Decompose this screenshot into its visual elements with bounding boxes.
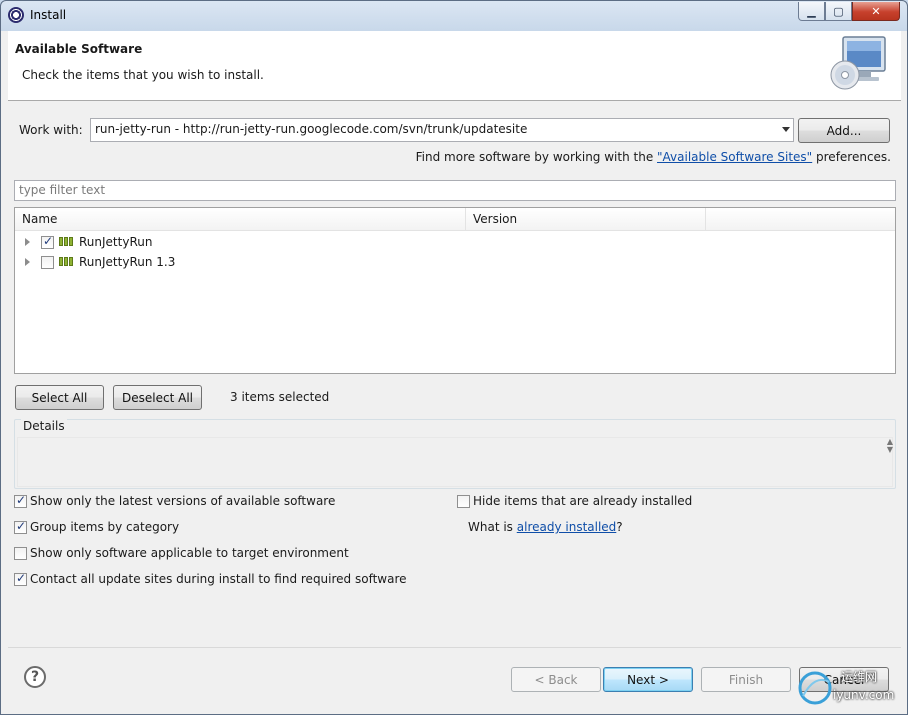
target-env-checkbox[interactable] <box>14 547 27 560</box>
title-bar: Install ▁ ▢ ✕ <box>1 1 907 31</box>
feature-icon <box>59 257 73 266</box>
select-all-button[interactable]: Select All <box>15 385 104 410</box>
eclipse-icon <box>8 7 24 23</box>
work-with-combo[interactable]: run-jetty-run - http://run-jetty-run.goo… <box>90 118 794 142</box>
add-site-button[interactable]: Add... <box>798 118 890 143</box>
available-software-sites-link[interactable]: "Available Software Sites" <box>657 150 812 164</box>
feature-icon <box>59 237 73 246</box>
page-description: Check the items that you wish to install… <box>22 68 264 82</box>
details-group: Details ▲ ▼ <box>14 419 896 489</box>
cancel-button[interactable]: Cancel <box>799 667 889 692</box>
contact-sites-checkbox[interactable] <box>14 571 27 586</box>
row-checkbox[interactable] <box>41 256 54 269</box>
column-version[interactable]: Version <box>466 208 706 231</box>
details-title: Details <box>21 419 67 433</box>
window-title: Install <box>30 8 67 22</box>
what-is-prefix: What is <box>468 520 517 534</box>
close-icon: ✕ <box>871 4 881 18</box>
help-icon[interactable]: ? <box>24 666 46 688</box>
row-label: RunJettyRun <box>79 235 153 249</box>
maximize-icon: ▢ <box>833 4 844 18</box>
find-more-text: Find more software by working with the "… <box>416 150 891 164</box>
install-dialog: Install ▁ ▢ ✕ Available Software Check t… <box>0 0 908 715</box>
footer-separator <box>8 647 901 648</box>
what-is-installed-text: What is already installed? <box>468 520 623 534</box>
back-button[interactable]: < Back <box>511 667 601 692</box>
wizard-content: Work with: run-jetty-run - http://run-je… <box>8 101 901 709</box>
filter-input[interactable]: type filter text <box>14 180 896 201</box>
chevron-down-icon[interactable] <box>782 127 790 132</box>
find-more-suffix: preferences. <box>812 150 891 164</box>
tree-row[interactable]: RunJettyRun <box>15 233 895 253</box>
row-label: RunJettyRun 1.3 <box>79 255 176 269</box>
target-env-label: Show only software applicable to target … <box>30 546 349 560</box>
group-by-category-label: Group items by category <box>30 520 180 534</box>
work-with-value: run-jetty-run - http://run-jetty-run.goo… <box>95 122 528 136</box>
deselect-all-button[interactable]: Deselect All <box>113 385 202 410</box>
column-name[interactable]: Name <box>15 208 466 231</box>
find-more-prefix: Find more software by working with the <box>415 150 658 164</box>
row-checkbox[interactable] <box>41 234 54 249</box>
scroll-arrows-icon[interactable]: ▲ ▼ <box>887 438 893 454</box>
software-tree[interactable]: Name Version RunJettyRun RunJettyRun 1.3 <box>14 207 896 374</box>
page-title: Available Software <box>15 42 143 56</box>
group-by-category-checkbox[interactable] <box>14 519 27 534</box>
tree-row[interactable]: RunJettyRun 1.3 <box>15 253 895 273</box>
tree-header: Name Version <box>15 208 895 231</box>
column-extra[interactable] <box>706 208 895 231</box>
contact-sites-label: Contact all update sites during install … <box>30 572 407 586</box>
hide-installed-checkbox[interactable] <box>457 495 470 508</box>
next-button[interactable]: Next > <box>603 667 693 692</box>
hide-installed-label: Hide items that are already installed <box>473 494 693 508</box>
maximize-button[interactable]: ▢ <box>825 2 852 21</box>
install-software-icon <box>830 36 886 90</box>
expand-arrow-icon[interactable] <box>25 258 30 266</box>
minimize-icon: ▁ <box>807 4 816 18</box>
wizard-header: Available Software Check the items that … <box>8 31 901 101</box>
what-is-suffix: ? <box>616 520 623 534</box>
close-button[interactable]: ✕ <box>852 2 900 21</box>
latest-versions-label: Show only the latest versions of availab… <box>30 494 336 508</box>
items-selected-count: 3 items selected <box>230 390 330 404</box>
work-with-label: Work with: <box>19 123 83 137</box>
latest-versions-checkbox[interactable] <box>14 493 27 508</box>
minimize-button[interactable]: ▁ <box>798 2 825 21</box>
details-text-area[interactable] <box>17 437 893 487</box>
already-installed-link[interactable]: already installed <box>517 520 617 534</box>
expand-arrow-icon[interactable] <box>25 238 30 246</box>
finish-button[interactable]: Finish <box>701 667 791 692</box>
